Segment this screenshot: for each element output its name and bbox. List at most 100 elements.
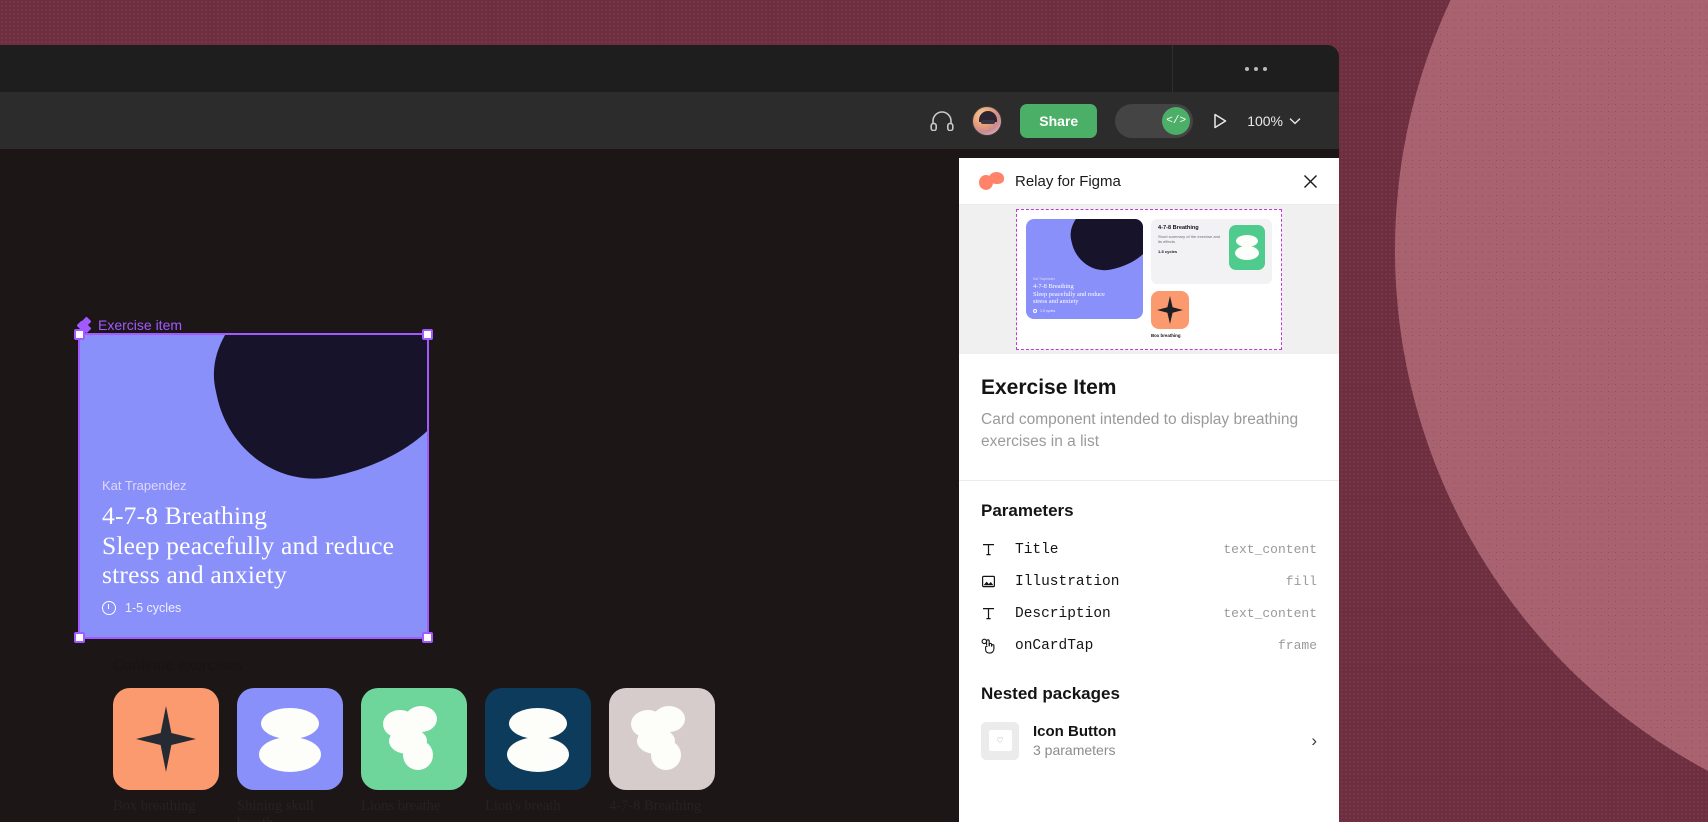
parameter-name: Illustration bbox=[1015, 573, 1120, 590]
parameter-type: frame bbox=[1277, 638, 1317, 654]
exercise-label: Box breathing bbox=[113, 798, 196, 814]
hero-title: 4-7-8 Breathing Sleep peacefully and red… bbox=[102, 501, 407, 590]
selected-frame[interactable]: Kat Trapendez 4-7-8 Breathing Sleep peac… bbox=[74, 329, 433, 643]
nested-package-thumbnail: ♡ bbox=[981, 721, 1019, 760]
nested-package-subtitle: 3 parameters bbox=[1033, 742, 1116, 759]
parameter-type: fill bbox=[1285, 574, 1317, 590]
chevron-right-icon[interactable]: › bbox=[1311, 731, 1317, 751]
text-icon bbox=[981, 542, 1001, 557]
hero-title-line-3: stress and anxiety bbox=[102, 560, 287, 590]
preview-list-card: 4-7-8 Breathing Short summary of the exe… bbox=[1151, 219, 1272, 284]
preview-list-title: 4-7-8 Breathing bbox=[1158, 225, 1199, 231]
parameter-row-description[interactable]: Description text_content bbox=[981, 598, 1317, 630]
nested-packages-heading: Nested packages bbox=[981, 683, 1120, 703]
preview-hero-title-line-2: Sleep peacefully and reduce bbox=[1033, 290, 1105, 298]
page-title: Exercise Item bbox=[981, 376, 1117, 399]
selection-label-text: Exercise item bbox=[98, 317, 183, 333]
close-icon[interactable] bbox=[1297, 168, 1323, 194]
parameter-row-oncardtap[interactable]: onCardTap frame bbox=[981, 630, 1317, 662]
exercise-thumbnail-lions-breath[interactable] bbox=[485, 688, 591, 790]
tap-icon bbox=[981, 638, 1001, 654]
share-button[interactable]: Share bbox=[1020, 103, 1098, 138]
list-item[interactable]: Lions breathe bbox=[361, 688, 467, 822]
hero-exercise-card[interactable]: Kat Trapendez 4-7-8 Breathing Sleep peac… bbox=[80, 335, 427, 637]
preview-list-subtitle: Short summary of the exercise and its ef… bbox=[1158, 234, 1221, 245]
exercise-thumbnail-row: Box breathing Shining skull breath Lions… bbox=[113, 688, 715, 822]
hero-meta: 1-5 cycles bbox=[102, 601, 407, 615]
avatar[interactable] bbox=[972, 105, 1003, 136]
zoom-level-label: 100% bbox=[1247, 112, 1283, 129]
exercise-thumbnail-478-breathing[interactable] bbox=[609, 688, 715, 790]
list-item[interactable]: Lion's breath bbox=[485, 688, 591, 822]
preview-hero-title-line-3: stress and anxiety bbox=[1033, 298, 1079, 306]
hero-title-line-2: Sleep peacefully and reduce bbox=[102, 530, 395, 560]
tab-area[interactable] bbox=[0, 45, 1173, 92]
parameters-heading: Parameters bbox=[981, 500, 1074, 520]
preview-hero-blob bbox=[1064, 219, 1143, 277]
parameter-row-title[interactable]: Title text_content bbox=[981, 534, 1317, 566]
list-item[interactable]: Shining skull breath bbox=[237, 688, 343, 822]
resize-handle-bottom-left[interactable] bbox=[74, 632, 85, 643]
squiggle-blob-icon bbox=[631, 706, 693, 772]
preview-hero-card: Kat Trapendez 4-7-8 Breathing Sleep peac… bbox=[1026, 219, 1143, 319]
tab-strip bbox=[0, 45, 1339, 92]
text-icon bbox=[981, 606, 1001, 621]
list-item[interactable]: 4-7-8 Breathing bbox=[609, 688, 715, 822]
parameter-name: Description bbox=[1015, 605, 1111, 622]
preview-hero-text: Kat Trapendez 4-7-8 Breathing Sleep peac… bbox=[1033, 277, 1138, 313]
peanut-blob-icon bbox=[507, 706, 569, 772]
nested-package-icon-button[interactable]: ♡ Icon Button 3 parameters › bbox=[981, 717, 1317, 765]
preview-hero-author: Kat Trapendez bbox=[1033, 277, 1056, 282]
play-icon[interactable] bbox=[1211, 112, 1229, 130]
preview-clock-icon bbox=[1033, 309, 1037, 313]
code-icon: </> bbox=[1162, 106, 1191, 135]
plugin-title: Relay for Figma bbox=[1015, 172, 1121, 190]
resize-handle-top-left[interactable] bbox=[74, 329, 85, 340]
parameter-row-illustration[interactable]: Illustration fill bbox=[981, 566, 1317, 598]
nested-package-title: Icon Button bbox=[1033, 723, 1117, 741]
image-icon bbox=[981, 574, 1001, 589]
exercise-thumbnail-box-breathing[interactable] bbox=[113, 688, 219, 790]
continue-exercises-section: Continue exercises Box breathing Shining… bbox=[113, 657, 715, 822]
exercise-label: Lion's breath bbox=[485, 798, 561, 814]
chevron-down-icon bbox=[1289, 117, 1301, 124]
exercise-thumbnail-lions-breathe[interactable] bbox=[361, 688, 467, 790]
exercise-label: Shining skull breath bbox=[237, 798, 314, 822]
exercise-thumbnail-shining-skull-breath[interactable] bbox=[237, 688, 343, 790]
exercise-label: 4-7-8 Breathing bbox=[609, 798, 702, 814]
preview-star-icon bbox=[1157, 296, 1183, 324]
preview-green-tile bbox=[1229, 225, 1265, 270]
resize-handle-bottom-right[interactable] bbox=[422, 632, 433, 643]
clock-icon bbox=[102, 601, 116, 615]
preview-list-cycles: 1-5 cycles bbox=[1158, 248, 1178, 254]
preview-hero-title-line-1: 4-7-8 Breathing bbox=[1033, 283, 1074, 291]
peanut-blob-icon bbox=[259, 706, 321, 772]
resize-handle-top-right[interactable] bbox=[422, 329, 433, 340]
selection-label: Exercise item bbox=[76, 316, 183, 334]
parameter-name: onCardTap bbox=[1015, 637, 1094, 654]
sparkle-star-icon bbox=[136, 706, 196, 772]
component-description: Card component intended to display breat… bbox=[981, 411, 1299, 451]
component-preview-frame[interactable]: Kat Trapendez 4-7-8 Breathing Sleep peac… bbox=[1016, 209, 1282, 350]
heart-icon: ♡ bbox=[988, 730, 1012, 752]
relay-plugin-panel: Relay for Figma Kat Trapendez 4-7-8 Brea… bbox=[959, 158, 1339, 822]
more-options-button[interactable] bbox=[1173, 45, 1339, 92]
parameter-type: text_content bbox=[1223, 606, 1317, 622]
hero-cycles-label: 1-5 cycles bbox=[125, 601, 182, 615]
parameter-type: text_content bbox=[1223, 542, 1317, 558]
hero-author: Kat Trapendez bbox=[102, 478, 187, 494]
hero-card-text: Kat Trapendez 4-7-8 Breathing Sleep peac… bbox=[102, 478, 407, 615]
preview-orange-label: Box breathing bbox=[1151, 333, 1181, 338]
code-mode-toggle[interactable]: </> bbox=[1115, 103, 1194, 138]
component-info: Exercise Item Card component intended to… bbox=[959, 354, 1339, 481]
list-item[interactable]: Box breathing bbox=[113, 688, 219, 822]
toolbar: Share </> 100% bbox=[0, 92, 1339, 149]
preview-right-column: 4-7-8 Breathing Short summary of the exe… bbox=[1151, 219, 1272, 340]
preview-peanut-icon bbox=[1235, 234, 1259, 261]
component-preview-area: Kat Trapendez 4-7-8 Breathing Sleep peac… bbox=[959, 205, 1339, 354]
preview-orange-tile bbox=[1151, 291, 1189, 329]
parameter-name: Title bbox=[1015, 541, 1059, 558]
hero-blob-illustration bbox=[196, 335, 427, 497]
zoom-control[interactable]: 100% bbox=[1247, 113, 1301, 129]
headphones-icon[interactable] bbox=[930, 110, 954, 131]
